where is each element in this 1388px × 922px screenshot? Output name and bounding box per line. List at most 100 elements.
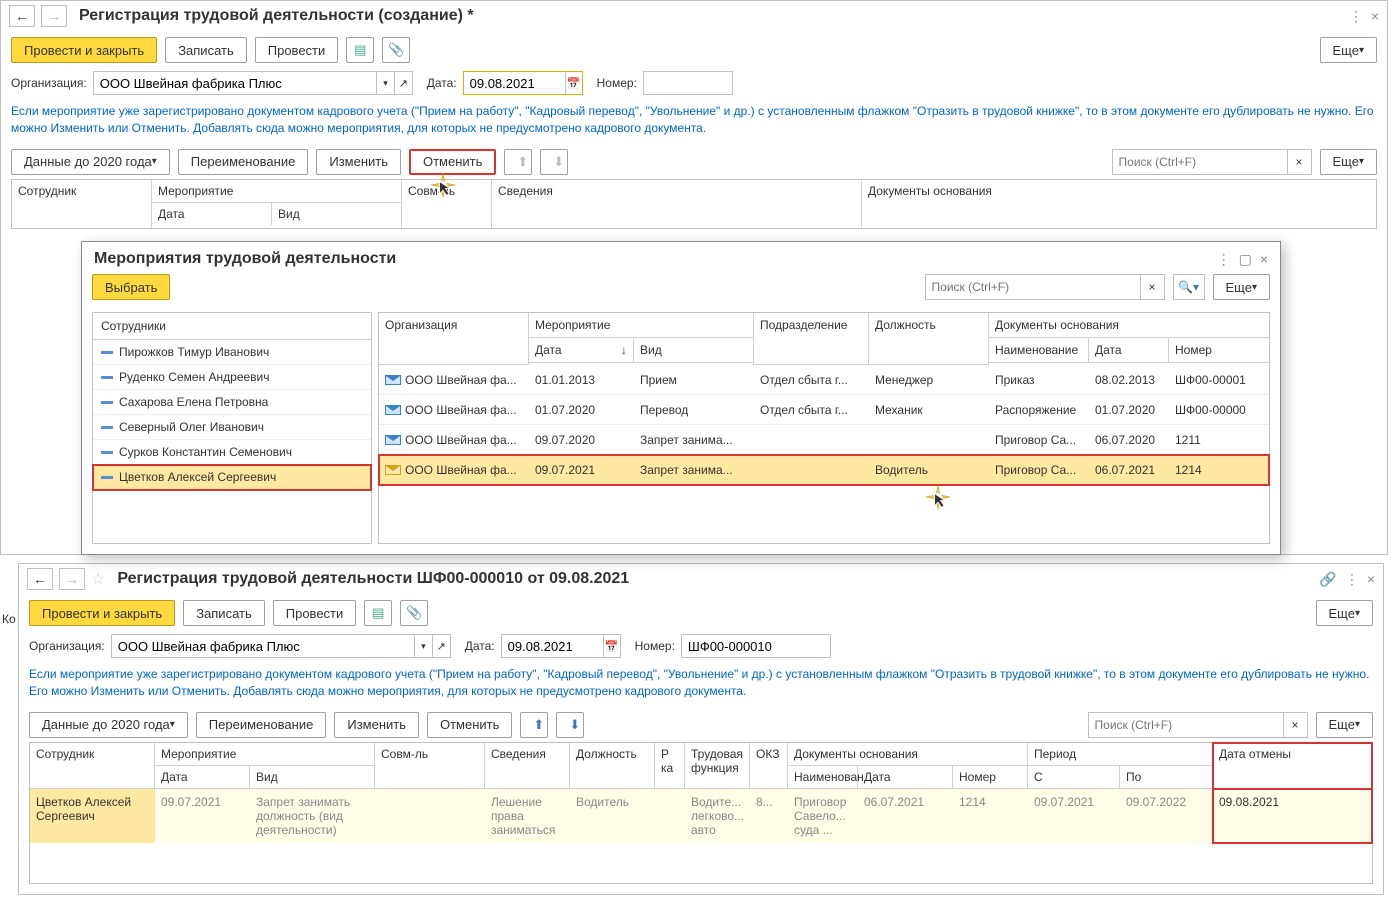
table-row[interactable]: Цветков Алексей Сергеевич 09.07.2021 Зап… — [30, 789, 1372, 843]
gcol-type[interactable]: Вид — [634, 338, 753, 363]
col-employee[interactable]: Сотрудник — [12, 180, 151, 228]
list-item[interactable]: Сурков Константин Семенович — [93, 440, 371, 465]
col-rka[interactable]: Р ка — [655, 743, 684, 789]
col-type[interactable]: Вид — [250, 766, 374, 789]
org-input[interactable] — [112, 637, 414, 656]
gcol-docname[interactable]: Наименование — [989, 338, 1089, 363]
date-field[interactable]: 📅 — [501, 634, 621, 658]
col-pfrom[interactable]: С — [1028, 766, 1120, 789]
post-button[interactable]: Провести — [255, 37, 339, 63]
col-docdate[interactable]: Дата — [858, 766, 953, 789]
table-row[interactable]: ООО Швейная фа...01.01.2013ПриемОтдел сб… — [379, 365, 1269, 395]
org-field[interactable]: ▾ ↗ — [93, 71, 413, 95]
search-input-popup[interactable] — [926, 280, 1140, 294]
link-icon[interactable]: 🔗 — [1319, 571, 1336, 588]
open-ref-icon[interactable]: ↗ — [394, 72, 412, 94]
col-date[interactable]: Дата — [152, 203, 272, 225]
col-type[interactable]: Вид — [272, 203, 401, 225]
more-button-1[interactable]: Еще — [1320, 37, 1377, 63]
col-combo[interactable]: Совм-ль — [402, 180, 491, 228]
nav-forward-button[interactable]: → — [41, 5, 67, 27]
col-okz[interactable]: ОКЗ — [750, 743, 787, 789]
search-clear-icon[interactable]: × — [1283, 713, 1307, 737]
col-date[interactable]: Дата — [155, 766, 250, 789]
more-button-2[interactable]: Еще — [1316, 600, 1373, 626]
list-item[interactable]: Северный Олег Иванович — [93, 415, 371, 440]
list-item[interactable]: Пирожков Тимур Иванович — [93, 340, 371, 365]
cancel-button[interactable]: Отменить — [427, 712, 512, 738]
table-row[interactable]: ООО Швейная фа...09.07.2021Запрет занима… — [379, 455, 1269, 485]
col-details[interactable]: Сведения — [485, 743, 569, 789]
dropdown-caret-icon[interactable]: ▾ — [376, 72, 394, 94]
change-button[interactable]: Изменить — [334, 712, 419, 738]
gcol-event[interactable]: Мероприятие — [529, 313, 753, 338]
dropdown-caret-icon[interactable]: ▾ — [414, 635, 432, 657]
attach-icon-button[interactable]: 📎 — [382, 37, 410, 63]
employee-list-header[interactable]: Сотрудники — [93, 313, 371, 340]
col-func[interactable]: Трудовая функция — [685, 743, 749, 789]
write-button[interactable]: Записать — [165, 37, 247, 63]
search-box-popup[interactable]: × — [925, 274, 1165, 300]
rename-button[interactable]: Переименование — [196, 712, 327, 738]
write-button[interactable]: Записать — [183, 600, 265, 626]
move-down-button[interactable]: ⬇ — [556, 712, 584, 738]
col-docnum[interactable]: Номер — [953, 766, 1027, 789]
select-button[interactable]: Выбрать — [92, 274, 170, 300]
col-pos[interactable]: Должность — [570, 743, 654, 789]
col-docs[interactable]: Документы основания — [862, 180, 1376, 228]
search-clear-icon[interactable]: × — [1140, 275, 1164, 299]
col-docname[interactable]: Наименован — [788, 766, 858, 789]
move-up-button[interactable]: ⬆ — [504, 149, 532, 175]
gcol-date[interactable]: Дата↓ — [529, 338, 634, 363]
col-employee[interactable]: Сотрудник — [30, 743, 154, 789]
gcol-pos[interactable]: Должность — [869, 313, 988, 365]
report-icon-button[interactable]: ▤ — [364, 600, 392, 626]
post-button[interactable]: Провести — [273, 600, 357, 626]
list-item[interactable]: Цветков Алексей Сергеевич — [93, 465, 371, 490]
col-combo[interactable]: Совм-ль — [375, 743, 484, 789]
more-button-1b[interactable]: Еще — [1320, 149, 1377, 175]
org-field[interactable]: ▾ ↗ — [111, 634, 451, 658]
gcol-docdate[interactable]: Дата — [1089, 338, 1169, 363]
nav-forward-button[interactable]: → — [59, 568, 85, 590]
data-before-button[interactable]: Данные до 2020 года — [11, 149, 170, 175]
close-icon[interactable]: × — [1367, 571, 1375, 587]
gcol-dept[interactable]: Подразделение — [754, 313, 868, 365]
col-canceldate[interactable]: Дата отмены — [1213, 743, 1372, 789]
search-box-1[interactable]: × — [1112, 149, 1312, 175]
list-item[interactable]: Сахарова Елена Петровна — [93, 390, 371, 415]
more-button-popup[interactable]: Еще — [1213, 274, 1270, 300]
num-field[interactable] — [681, 634, 831, 658]
rename-button[interactable]: Переименование — [178, 149, 309, 175]
date-field[interactable]: 📅 — [463, 71, 583, 95]
move-up-button[interactable]: ⬆ — [520, 712, 548, 738]
search-button[interactable]: 🔍▾ — [1173, 274, 1205, 300]
num-field[interactable] — [643, 71, 733, 95]
col-period[interactable]: Период — [1028, 743, 1212, 766]
nav-back-button[interactable]: ← — [27, 568, 53, 590]
close-icon[interactable]: × — [1371, 8, 1379, 24]
search-clear-icon[interactable]: × — [1287, 150, 1311, 174]
search-input-2[interactable] — [1089, 718, 1283, 732]
more-button-2b[interactable]: Еще — [1316, 712, 1373, 738]
search-input-1[interactable] — [1113, 155, 1287, 169]
attach-icon-button[interactable]: 📎 — [400, 600, 428, 626]
org-input[interactable] — [94, 74, 376, 93]
list-item[interactable]: Руденко Семен Андреевич — [93, 365, 371, 390]
kebab-icon[interactable]: ⋮ — [1349, 8, 1363, 25]
nav-back-button[interactable]: ← — [9, 5, 35, 27]
post-and-close-button[interactable]: Провести и закрыть — [29, 600, 175, 626]
cancel-button[interactable]: Отменить — [409, 149, 496, 175]
gcol-docs[interactable]: Документы основания — [989, 313, 1269, 338]
col-event[interactable]: Мероприятие — [155, 743, 374, 766]
change-button[interactable]: Изменить — [316, 149, 401, 175]
kebab-icon[interactable]: ⋮ — [1345, 571, 1359, 588]
col-details[interactable]: Сведения — [492, 180, 861, 228]
date-input[interactable] — [502, 637, 603, 656]
calendar-icon[interactable]: 📅 — [603, 635, 620, 657]
gcol-docnum[interactable]: Номер — [1169, 338, 1269, 363]
calendar-icon[interactable]: 📅 — [565, 72, 582, 94]
gcol-org[interactable]: Организация — [379, 313, 528, 365]
date-input[interactable] — [464, 74, 565, 93]
col-pto[interactable]: По — [1120, 766, 1212, 789]
